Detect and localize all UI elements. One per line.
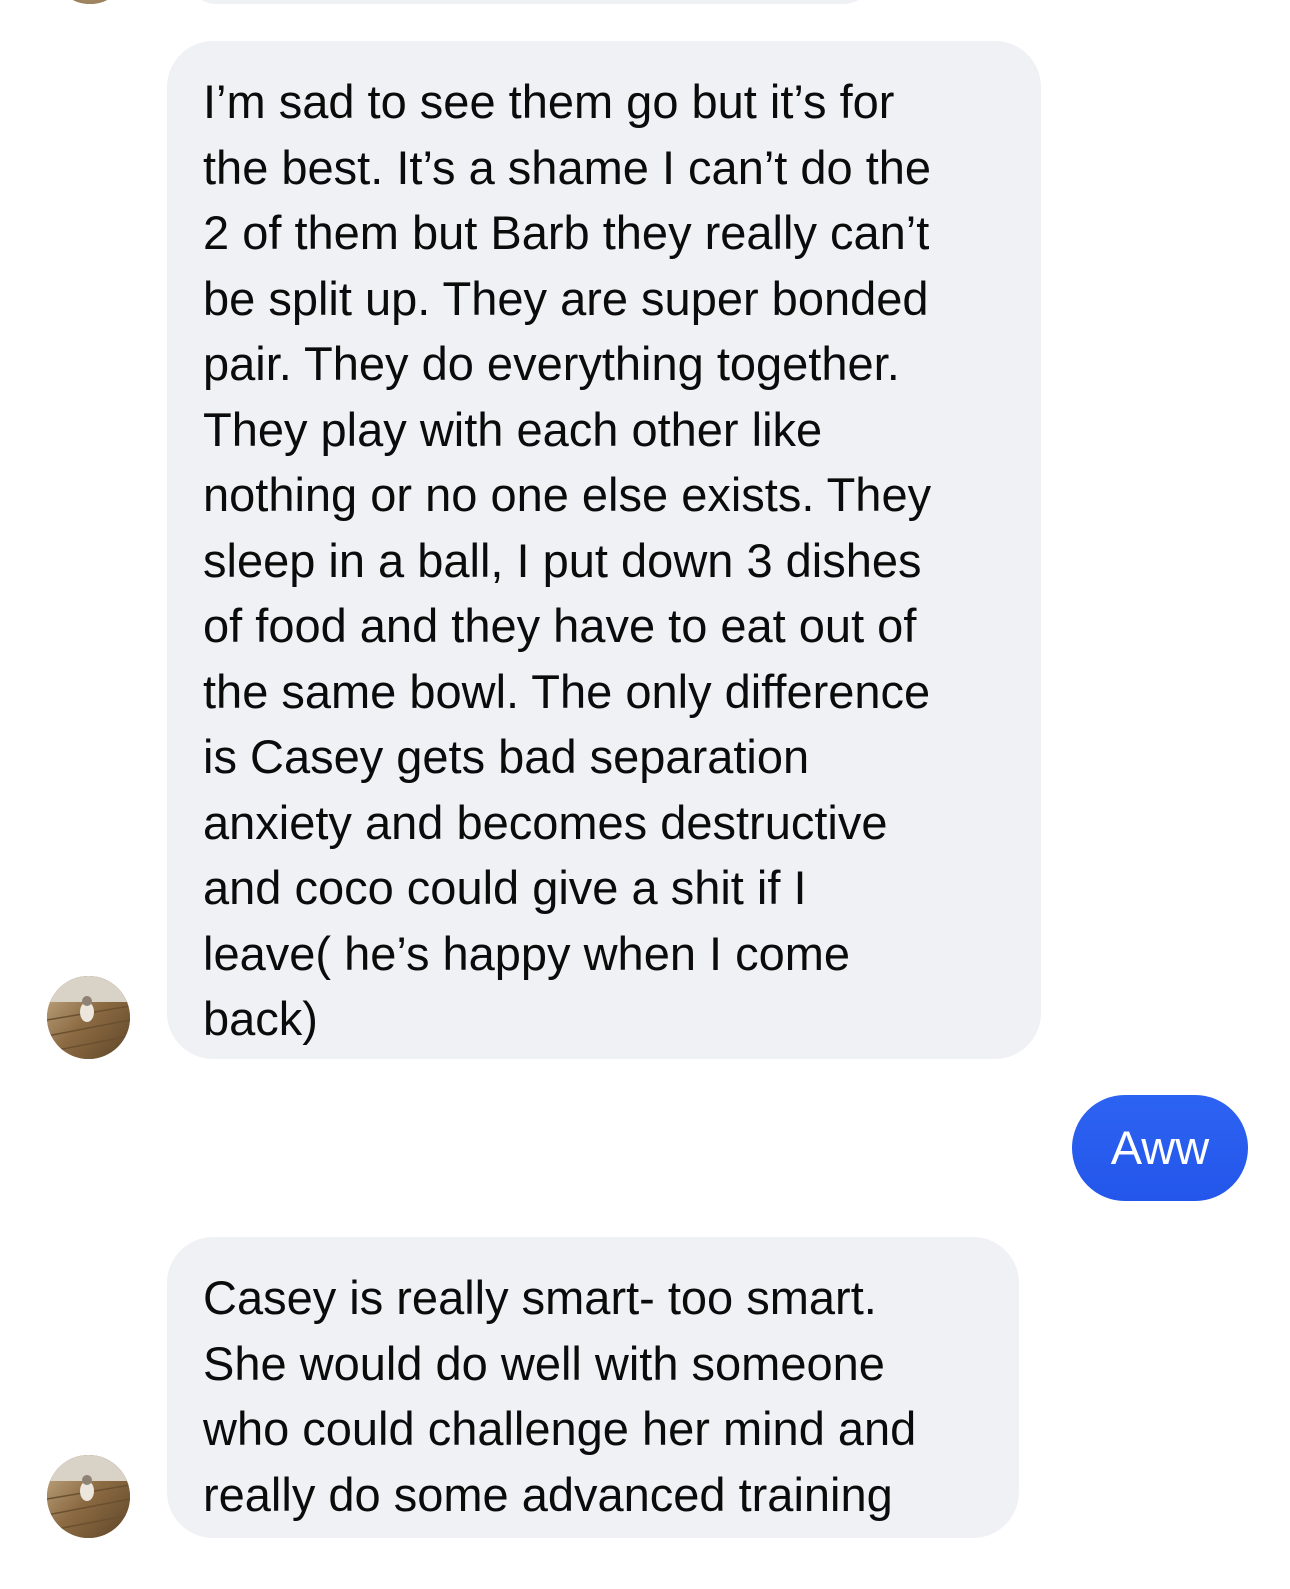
contact-avatar-previous xyxy=(60,0,120,4)
contact-avatar[interactable] xyxy=(47,1455,130,1538)
avatar-photo-icon xyxy=(47,1455,130,1538)
incoming-message-bubble[interactable]: Casey is really smart- too smart. She wo… xyxy=(167,1237,1019,1538)
avatar-photo-icon xyxy=(47,976,130,1059)
message-thread[interactable]: I’m sad to see them go but it’s for the … xyxy=(0,0,1290,1589)
incoming-message-bubble[interactable]: I’m sad to see them go but it’s for the … xyxy=(167,41,1041,1059)
outgoing-message-bubble[interactable]: Aww xyxy=(1072,1095,1248,1201)
previous-message-bubble[interactable] xyxy=(185,0,875,4)
contact-avatar[interactable] xyxy=(47,976,130,1059)
